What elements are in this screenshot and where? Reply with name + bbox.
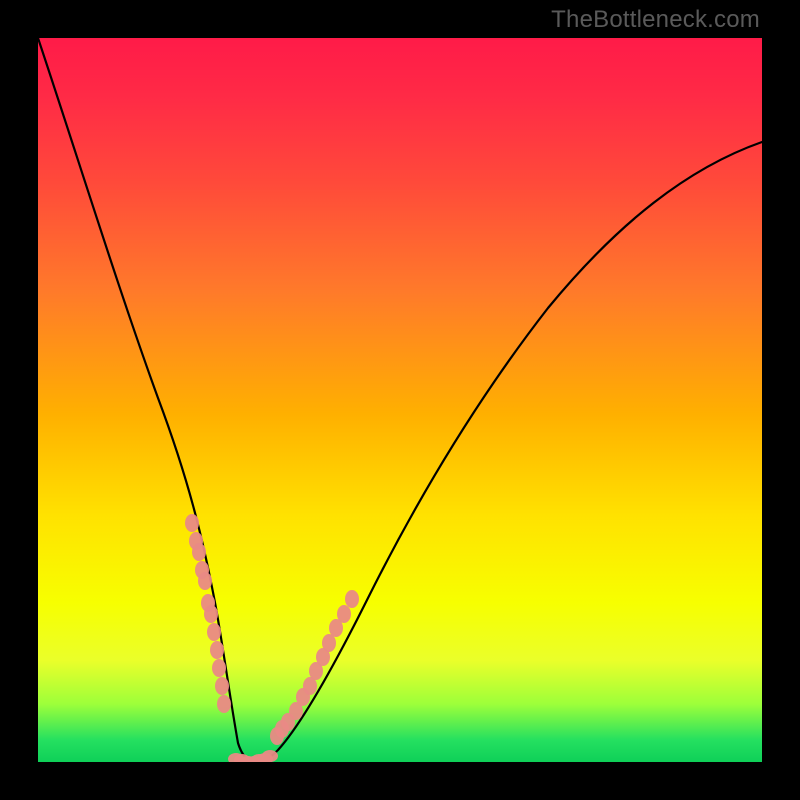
- chart-plot-area: [38, 38, 762, 762]
- valley-floor-cluster: [228, 750, 278, 762]
- watermark-text: TheBottleneck.com: [551, 6, 760, 34]
- chart-frame: TheBottleneck.com: [0, 0, 800, 800]
- chart-svg: [38, 38, 762, 762]
- right-dot-cluster: [270, 590, 359, 745]
- bottleneck-curve-line: [38, 38, 762, 762]
- left-dot-cluster: [185, 514, 231, 713]
